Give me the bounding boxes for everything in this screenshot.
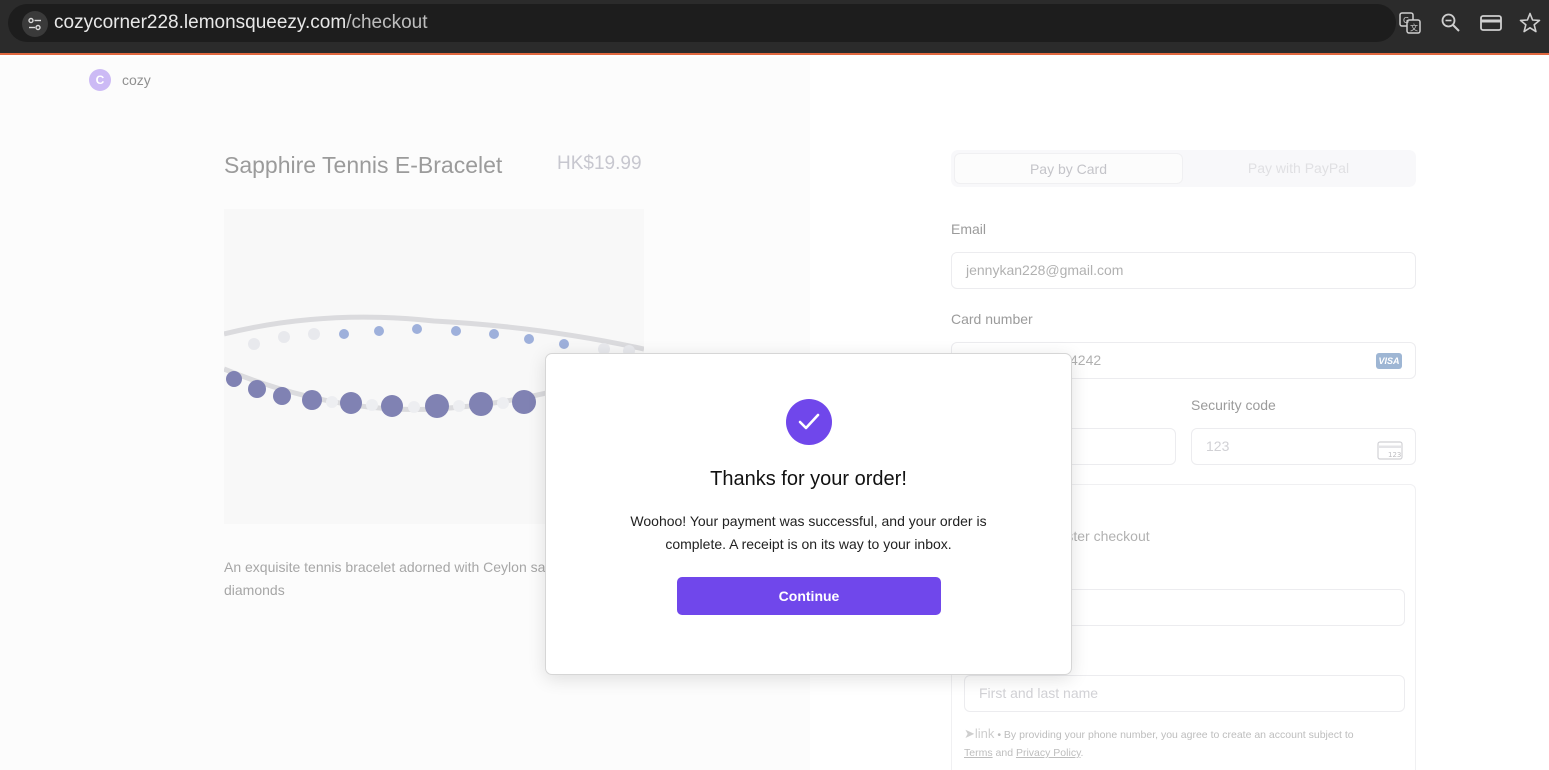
continue-button[interactable]: Continue: [677, 577, 941, 615]
address-bar[interactable]: cozycorner228.lemonsqueezy.com/checkout: [8, 4, 1396, 42]
translate-icon[interactable]: G 文: [1399, 12, 1421, 34]
payment-card-icon[interactable]: [1480, 12, 1502, 34]
bookmark-star-icon[interactable]: [1519, 12, 1541, 34]
url-path: /checkout: [346, 12, 428, 33]
success-check-icon: [786, 399, 832, 445]
order-success-modal: Thanks for your order! Woohoo! Your paym…: [545, 353, 1072, 675]
browser-toolbar: cozycorner228.lemonsqueezy.com/checkout …: [0, 0, 1549, 55]
modal-message: Woohoo! Your payment was successful, and…: [630, 513, 987, 552]
site-info-icon[interactable]: [22, 11, 48, 37]
svg-text:G: G: [1403, 16, 1409, 25]
modal-title: Thanks for your order!: [710, 468, 907, 490]
zoom-icon[interactable]: [1440, 12, 1462, 34]
url-domain: cozycorner228.lemonsqueezy.com: [54, 12, 347, 33]
url-text[interactable]: cozycorner228.lemonsqueezy.com/checkout: [54, 12, 428, 34]
svg-text:文: 文: [1410, 23, 1418, 33]
